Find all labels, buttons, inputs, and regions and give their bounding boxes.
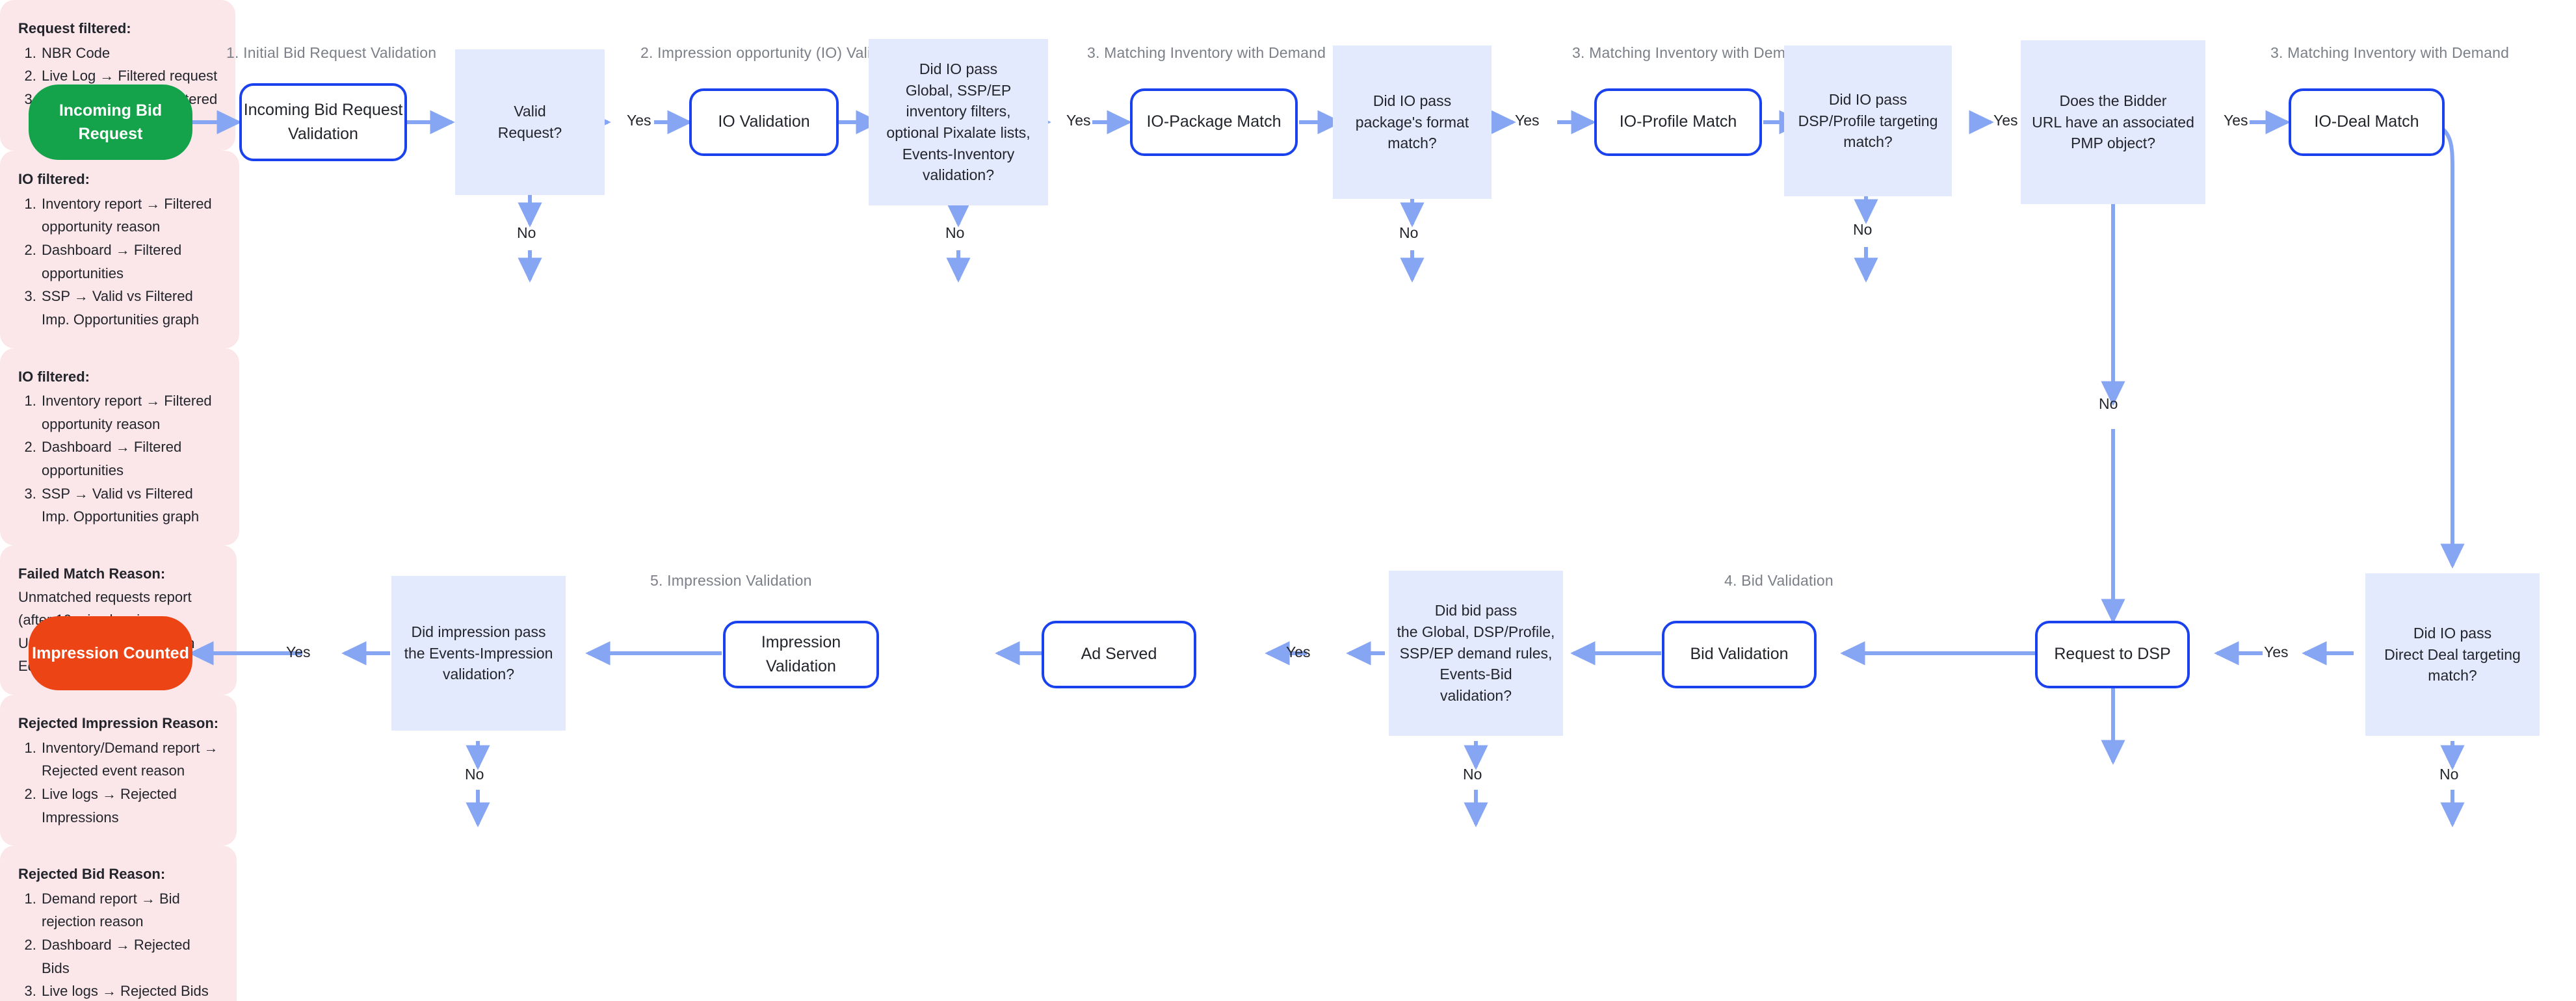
decision-label: Valid Request? xyxy=(497,103,562,141)
note-list-item: Live logs → Rejected Bids xyxy=(40,980,220,1001)
node-label: Incoming Bid Request xyxy=(59,101,163,143)
note-heading: IO filtered: xyxy=(18,171,90,188)
decision-events-impression-validation[interactable]: Did impression pass the Events-Impressio… xyxy=(391,576,566,731)
note-heading: Failed Match Reason: xyxy=(18,565,166,582)
section-label-5: 5. Impression Validation xyxy=(650,572,812,589)
flowchart-canvas: 1. Initial Bid Request Validation 2. Imp… xyxy=(0,0,2576,1001)
section-label-3a: 3. Matching Inventory with Demand xyxy=(1087,44,1326,61)
note-heading: Rejected Impression Reason: xyxy=(18,715,219,731)
note-rejected-impression-reason: Rejected Impression Reason: Inventory/De… xyxy=(0,695,237,846)
edge-label-format-yes: Yes xyxy=(1515,112,1540,129)
node-label: Request to DSP xyxy=(2054,645,2171,664)
edge-label-dsp-profile-no: No xyxy=(1853,221,1873,238)
note-heading: IO filtered: xyxy=(18,368,90,385)
section-label-3c: 3. Matching Inventory with Demand xyxy=(2270,44,2510,61)
edge-label-valid-no: No xyxy=(517,224,536,241)
node-label: Bid Validation xyxy=(1690,645,1789,664)
edge-label-io-filters-yes: Yes xyxy=(1066,112,1091,129)
node-label: IO-Profile Match xyxy=(1619,112,1737,131)
decision-io-inventory-filters[interactable]: Did IO pass Global, SSP/EP inventory fil… xyxy=(869,39,1048,205)
section-label-4: 4. Bid Validation xyxy=(1724,572,1833,589)
node-label: Incoming Bid Request Validation xyxy=(243,100,403,144)
decision-bid-demand-rules[interactable]: Did bid pass the Global, DSP/Profile, SS… xyxy=(1389,571,1563,736)
edge-label-direct-deal-no: No xyxy=(2439,766,2459,783)
note-list-item: Live logs → Rejected Impressions xyxy=(40,783,220,829)
node-label: IO Validation xyxy=(718,112,810,131)
node-label: IO-Package Match xyxy=(1146,112,1281,131)
edge-label-bidder-url-yes: Yes xyxy=(2224,112,2248,129)
decision-package-format-match[interactable]: Did IO pass package's format match? xyxy=(1333,46,1492,199)
note-list-item: Dashboard → Filtered opportunities xyxy=(40,239,222,285)
decision-dsp-profile-targeting[interactable]: Did IO pass DSP/Profile targeting match? xyxy=(1784,46,1952,196)
note-list-item: Dashboard → Rejected Bids xyxy=(40,933,220,980)
note-list: Inventory report → Filtered opportunity … xyxy=(18,389,222,528)
note-list-item: Inventory report → Filtered opportunity … xyxy=(40,192,222,239)
node-io-validation[interactable]: IO Validation xyxy=(689,88,839,156)
decision-valid-request[interactable]: Valid Request? xyxy=(455,49,605,195)
node-impression-validation[interactable]: Impression Validation xyxy=(723,621,879,688)
node-ad-served[interactable]: Ad Served xyxy=(1042,621,1196,688)
note-list-item: NBR Code xyxy=(40,42,218,65)
decision-label: Did IO pass Direct Deal targeting match? xyxy=(2384,625,2521,684)
decision-bidder-url-pmp[interactable]: Does the Bidder URL have an associated P… xyxy=(2021,40,2205,204)
note-list-item: Dashboard → Filtered opportunities xyxy=(40,436,222,482)
note-list-item: Inventory report → Filtered opportunity … xyxy=(40,389,222,436)
node-io-profile-match[interactable]: IO-Profile Match xyxy=(1594,88,1762,156)
decision-label: Did IO pass Global, SSP/EP inventory fil… xyxy=(886,60,1031,184)
note-list-item: SSP → Valid vs Filtered Imp. Opportuniti… xyxy=(40,285,222,331)
note-rejected-bid-reason: Rejected Bid Reason: Demand report → Bid… xyxy=(0,846,237,1001)
edge-label-valid-yes: Yes xyxy=(627,112,651,129)
edge-label-bidder-url-no: No xyxy=(2099,395,2118,412)
note-io-filtered-2: IO filtered: Inventory report → Filtered… xyxy=(0,348,239,545)
section-label-1: 1. Initial Bid Request Validation xyxy=(226,44,437,61)
note-heading: Rejected Bid Reason: xyxy=(18,866,166,883)
note-list-item: Demand report → Bid rejection reason xyxy=(40,887,220,933)
edge-label-format-no: No xyxy=(1399,224,1419,241)
node-incoming-bid-request-validation[interactable]: Incoming Bid Request Validation xyxy=(239,83,407,161)
section-label-3b: 3. Matching Inventory with Demand xyxy=(1572,44,1811,61)
decision-label: Did IO pass package's format match? xyxy=(1355,92,1469,152)
note-list-item: Inventory/Demand report → Rejected event… xyxy=(40,736,220,783)
note-list-item: SSP → Valid vs Filtered Imp. Opportuniti… xyxy=(40,482,222,528)
edge-label-impression-yes: Yes xyxy=(286,644,311,660)
edge-label-dsp-profile-yes: Yes xyxy=(1993,112,2018,129)
node-label: IO-Deal Match xyxy=(2314,112,2419,131)
edge-label-io-filters-no: No xyxy=(945,224,965,241)
node-incoming-bid-request[interactable]: Incoming Bid Request xyxy=(29,84,192,160)
decision-label: Did IO pass DSP/Profile targeting match? xyxy=(1798,91,1938,151)
node-label: Impression Validation xyxy=(761,632,841,676)
node-label: Ad Served xyxy=(1081,645,1157,664)
decision-direct-deal-targeting[interactable]: Did IO pass Direct Deal targeting match? xyxy=(2365,573,2540,736)
decision-label: Does the Bidder URL have an associated P… xyxy=(2032,92,2194,152)
note-list: Demand report → Bid rejection reason Das… xyxy=(18,887,220,1001)
edge-label-impression-no: No xyxy=(465,766,484,783)
node-request-to-dsp[interactable]: Request to DSP xyxy=(2035,621,2190,688)
note-list: Inventory report → Filtered opportunity … xyxy=(18,192,222,332)
node-io-deal-match[interactable]: IO-Deal Match xyxy=(2289,88,2445,156)
node-label: Impression Counted xyxy=(32,644,189,662)
node-impression-counted[interactable]: Impression Counted xyxy=(29,616,192,690)
decision-label: Did bid pass the Global, DSP/Profile, SS… xyxy=(1397,602,1555,704)
note-heading: Request filtered: xyxy=(18,20,131,36)
decision-label: Did impression pass the Events-Impressio… xyxy=(404,623,553,683)
edge-label-bid-rules-yes: Yes xyxy=(1286,644,1311,660)
node-bid-validation[interactable]: Bid Validation xyxy=(1662,621,1817,688)
note-list: Inventory/Demand report → Rejected event… xyxy=(18,736,220,829)
edge-label-bid-rules-no: No xyxy=(1463,766,1482,783)
edge-label-direct-deal-yes: Yes xyxy=(2264,644,2289,660)
note-io-filtered-1: IO filtered: Inventory report → Filtered… xyxy=(0,151,239,348)
node-io-package-match[interactable]: IO-Package Match xyxy=(1130,88,1298,156)
